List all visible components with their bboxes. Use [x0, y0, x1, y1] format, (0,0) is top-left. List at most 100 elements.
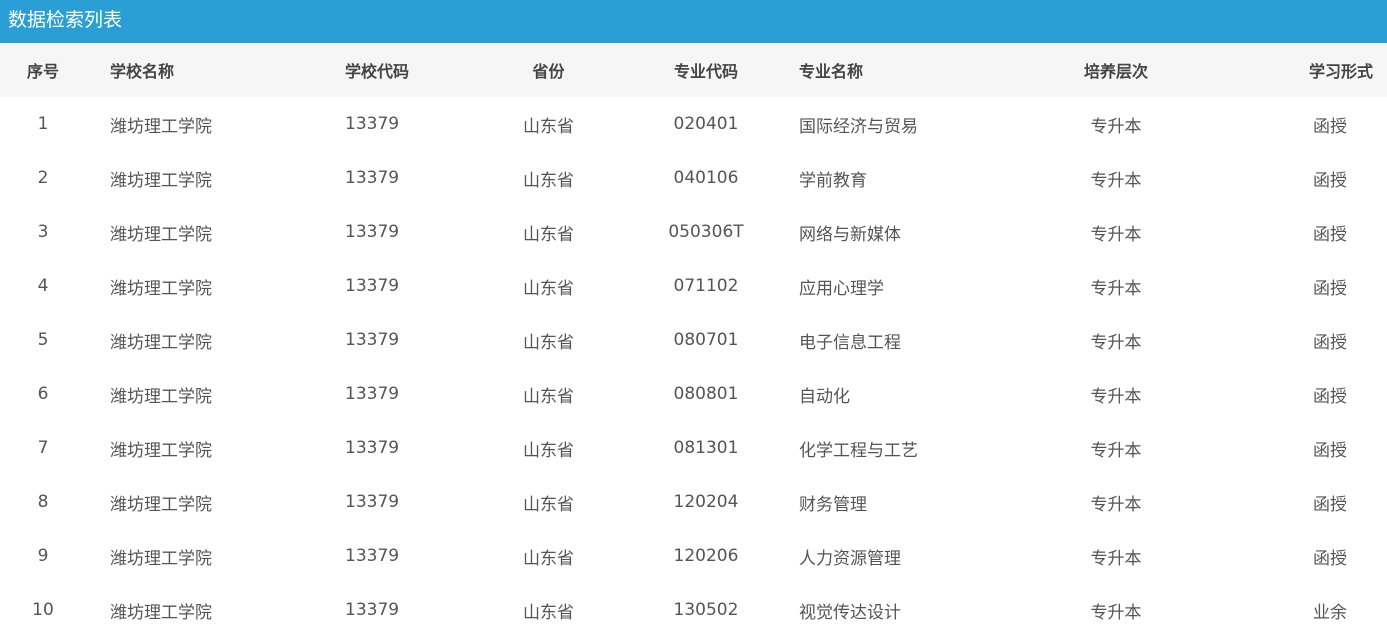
cell-major-name: 人力资源管理	[799, 548, 901, 569]
cell-province: 山东省	[523, 224, 574, 245]
cell-index: 9	[37, 546, 49, 566]
cell-major-name: 财务管理	[799, 494, 867, 515]
cell-index: 1	[37, 114, 49, 134]
cell-education-level: 专升本	[1090, 116, 1142, 137]
cell-school-name: 潍坊理工学院	[110, 332, 212, 353]
cell-major-name: 网络与新媒体	[799, 224, 901, 245]
column-header-major-code: 专业代码	[673, 62, 738, 81]
cell-index: 7	[37, 438, 49, 458]
page-title-bar: 数据检索列表	[0, 0, 1387, 43]
cell-school-code: 13379	[345, 600, 400, 620]
cell-school-name: 潍坊理工学院	[110, 386, 212, 407]
cell-province: 山东省	[523, 116, 574, 137]
cell-province: 山东省	[523, 602, 574, 623]
cell-major-name: 学前教育	[799, 170, 867, 191]
column-header-education-level: 培养层次	[1083, 62, 1148, 81]
cell-major-code: 120204	[673, 492, 739, 512]
cell-study-mode: 函授	[1313, 332, 1347, 353]
cell-school-name: 潍坊理工学院	[110, 116, 212, 137]
cell-province: 山东省	[523, 548, 574, 569]
cell-index: 8	[37, 492, 49, 512]
cell-province: 山东省	[523, 278, 574, 299]
cell-education-level: 专升本	[1090, 494, 1142, 515]
table-row[interactable]: 5 潍坊理工学院 13379 山东省 080701 电子信息工程 专升本 函授	[0, 313, 1387, 367]
cell-major-name: 国际经济与贸易	[799, 116, 918, 137]
column-header-school-name: 学校名称	[110, 62, 175, 81]
cell-index: 4	[37, 276, 49, 296]
cell-study-mode: 函授	[1313, 116, 1347, 137]
cell-major-name: 视觉传达设计	[799, 602, 901, 623]
cell-school-code: 13379	[345, 114, 400, 134]
data-table: 序号 学校名称 学校代码 省份 专业代码 专业名称 培养层次 学习形式 1 潍坊理…	[0, 43, 1387, 637]
cell-province: 山东省	[523, 494, 574, 515]
column-header-study-mode: 学习形式	[1308, 62, 1373, 81]
table-header-row: 序号 学校名称 学校代码 省份 专业代码 专业名称 培养层次 学习形式	[0, 43, 1387, 97]
cell-school-name: 潍坊理工学院	[110, 494, 212, 515]
cell-study-mode: 函授	[1313, 440, 1347, 461]
cell-index: 3	[37, 222, 49, 242]
cell-school-name: 潍坊理工学院	[110, 170, 212, 191]
cell-major-code: 020401	[673, 114, 739, 134]
cell-study-mode: 函授	[1313, 386, 1347, 407]
cell-major-name: 电子信息工程	[799, 332, 901, 353]
cell-education-level: 专升本	[1090, 386, 1142, 407]
cell-index: 5	[37, 330, 49, 350]
cell-school-code: 13379	[345, 330, 400, 350]
cell-major-code: 080701	[673, 330, 739, 350]
cell-school-code: 13379	[345, 222, 400, 242]
cell-education-level: 专升本	[1090, 332, 1142, 353]
column-header-school-code: 学校代码	[345, 62, 410, 81]
cell-school-name: 潍坊理工学院	[110, 440, 212, 461]
table-row[interactable]: 10 潍坊理工学院 13379 山东省 130502 视觉传达设计 专升本 业余	[0, 583, 1387, 637]
cell-major-name: 应用心理学	[799, 278, 884, 299]
cell-province: 山东省	[523, 440, 574, 461]
column-header-province: 省份	[532, 62, 565, 81]
cell-school-name: 潍坊理工学院	[110, 224, 212, 245]
cell-study-mode: 函授	[1313, 224, 1347, 245]
column-header-index: 序号	[26, 62, 59, 81]
cell-study-mode: 函授	[1313, 494, 1347, 515]
table-row[interactable]: 2 潍坊理工学院 13379 山东省 040106 学前教育 专升本 函授	[0, 151, 1387, 205]
table-row[interactable]: 7 潍坊理工学院 13379 山东省 081301 化学工程与工艺 专升本 函授	[0, 421, 1387, 475]
column-header-major-name: 专业名称	[799, 62, 864, 81]
cell-province: 山东省	[523, 386, 574, 407]
cell-index: 10	[32, 600, 54, 620]
cell-school-code: 13379	[345, 492, 400, 512]
cell-school-code: 13379	[345, 168, 400, 188]
table-row[interactable]: 6 潍坊理工学院 13379 山东省 080801 自动化 专升本 函授	[0, 367, 1387, 421]
cell-major-code: 040106	[673, 168, 739, 188]
cell-study-mode: 业余	[1313, 602, 1347, 623]
cell-education-level: 专升本	[1090, 548, 1142, 569]
cell-school-name: 潍坊理工学院	[110, 548, 212, 569]
cell-school-code: 13379	[345, 276, 400, 296]
table-row[interactable]: 9 潍坊理工学院 13379 山东省 120206 人力资源管理 专升本 函授	[0, 529, 1387, 583]
cell-education-level: 专升本	[1090, 170, 1142, 191]
cell-major-name: 自动化	[799, 386, 850, 407]
cell-education-level: 专升本	[1090, 440, 1142, 461]
cell-school-name: 潍坊理工学院	[110, 602, 212, 623]
cell-major-name: 化学工程与工艺	[799, 440, 918, 461]
cell-index: 6	[37, 384, 49, 404]
table-row[interactable]: 4 潍坊理工学院 13379 山东省 071102 应用心理学 专升本 函授	[0, 259, 1387, 313]
table-row[interactable]: 1 潍坊理工学院 13379 山东省 020401 国际经济与贸易 专升本 函授	[0, 97, 1387, 151]
cell-major-code: 050306T	[668, 222, 744, 242]
cell-school-code: 13379	[345, 384, 400, 404]
cell-study-mode: 函授	[1313, 278, 1347, 299]
cell-education-level: 专升本	[1090, 278, 1142, 299]
cell-index: 2	[37, 168, 49, 188]
cell-school-code: 13379	[345, 546, 400, 566]
cell-school-code: 13379	[345, 438, 400, 458]
cell-education-level: 专升本	[1090, 224, 1142, 245]
cell-province: 山东省	[523, 170, 574, 191]
table-row[interactable]: 8 潍坊理工学院 13379 山东省 120204 财务管理 专升本 函授	[0, 475, 1387, 529]
cell-major-code: 120206	[673, 546, 739, 566]
cell-province: 山东省	[523, 332, 574, 353]
cell-school-name: 潍坊理工学院	[110, 278, 212, 299]
page-title: 数据检索列表	[8, 9, 123, 31]
cell-major-code: 071102	[673, 276, 739, 296]
cell-education-level: 专升本	[1090, 602, 1142, 623]
cell-major-code: 080801	[673, 384, 739, 404]
cell-study-mode: 函授	[1313, 548, 1347, 569]
cell-study-mode: 函授	[1313, 170, 1347, 191]
table-row[interactable]: 3 潍坊理工学院 13379 山东省 050306T 网络与新媒体 专升本 函授	[0, 205, 1387, 259]
